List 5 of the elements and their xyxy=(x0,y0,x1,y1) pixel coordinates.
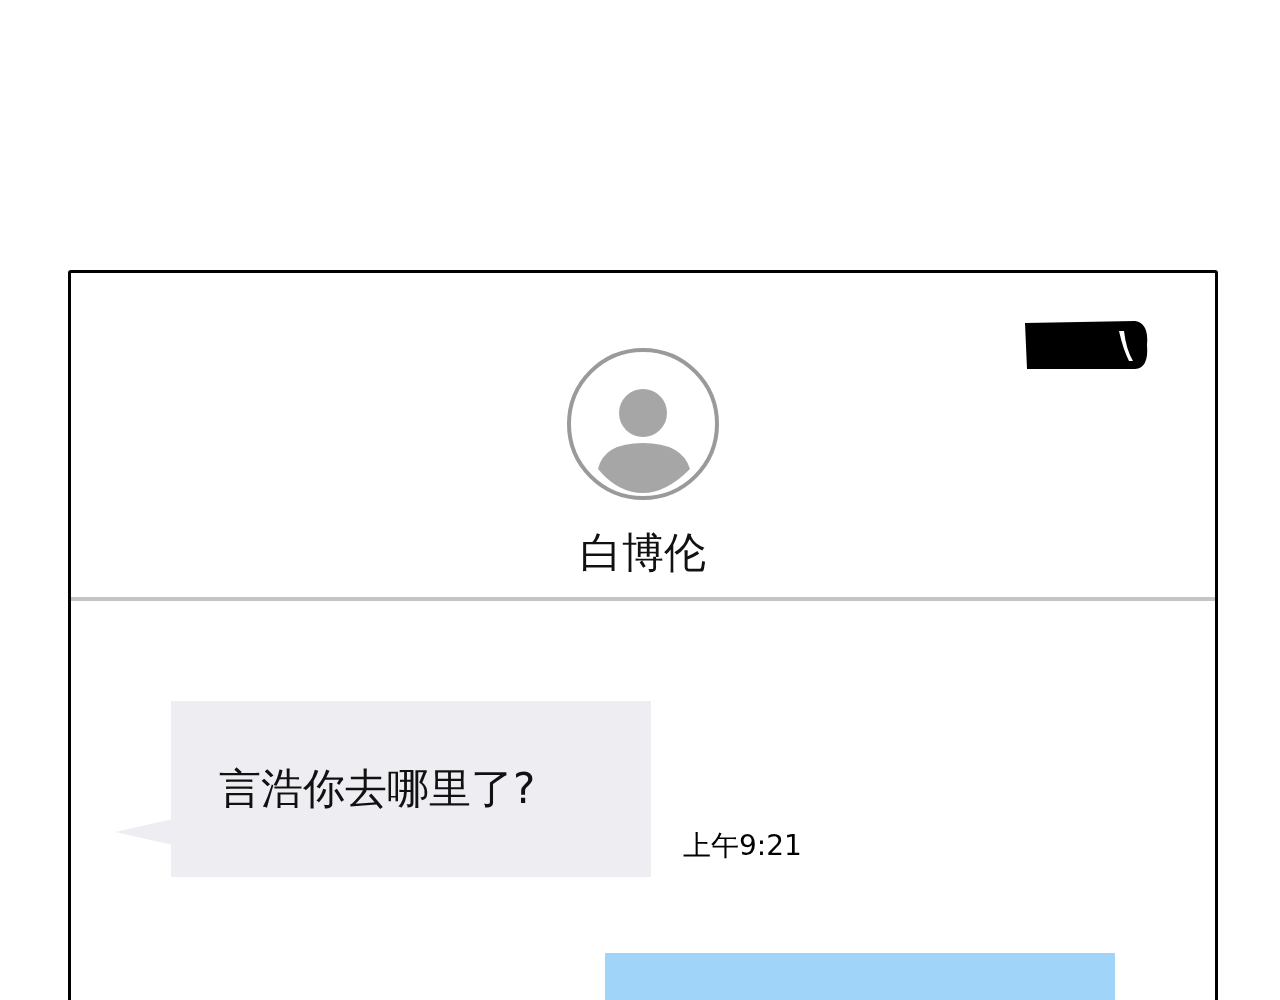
message-text: 言浩你去哪里了? xyxy=(219,763,536,815)
contact-name: 白博伦 xyxy=(580,527,706,579)
message-time: 上午9:21 xyxy=(683,828,802,864)
avatar-icon xyxy=(566,347,720,501)
battery-icon xyxy=(1023,321,1149,371)
